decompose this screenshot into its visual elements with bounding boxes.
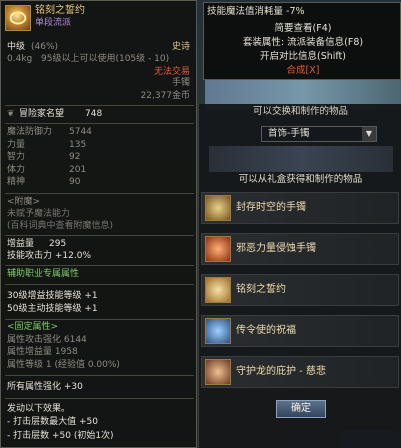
confirm-button[interactable]: 确定 bbox=[276, 400, 326, 418]
stat-value: 90 bbox=[69, 177, 81, 187]
divider bbox=[5, 265, 194, 266]
support-title: 辅助职业专属属性 bbox=[7, 269, 80, 279]
preview-banner bbox=[209, 146, 393, 172]
adventurer-icon: ❦ bbox=[7, 109, 15, 119]
effect-1: - 打击层数最大值 +50 bbox=[7, 417, 98, 427]
enchant-empty: 未赋予魔法能力 bbox=[7, 209, 71, 219]
list-item-label: 铭刻之誓约 bbox=[236, 284, 286, 295]
enchant-header: <附魔> bbox=[7, 197, 41, 207]
buff-value: 295 bbox=[49, 239, 67, 249]
divider bbox=[5, 319, 194, 320]
adventurer-fame-value: 748 bbox=[85, 109, 103, 119]
hint-line-1: 简要查看(F4) bbox=[274, 23, 332, 34]
compare-hint-tooltip: 技能魔法值消耗量 -7% 简要查看(F4) 套装属性: 流派装备信息(F8) 开… bbox=[203, 2, 401, 80]
divider bbox=[5, 284, 194, 285]
item-price: 22,377金币 bbox=[140, 91, 191, 101]
stat-label: 精神 bbox=[7, 177, 26, 187]
skill-attack: 技能攻击力 +12.0% bbox=[7, 251, 91, 261]
bracelet-icon bbox=[205, 277, 231, 303]
fixed-attr-2: 属性增益量 1958 bbox=[7, 347, 78, 357]
item-tooltip: 铭刻之誓约 单段流派 中级 (46%) 史诗 0.4kg 95级以上可以使用(1… bbox=[0, 0, 197, 448]
stat-value: 135 bbox=[69, 139, 87, 150]
stat-value: 5744 bbox=[69, 127, 92, 137]
bracelet-icon bbox=[205, 236, 231, 262]
hint-header: 技能魔法值消耗量 -7% bbox=[207, 6, 305, 17]
bracelet-icon bbox=[5, 5, 31, 31]
dialog-subtitle: 可以从礼盒获得和制作的物品 bbox=[238, 174, 363, 185]
fixed-attr-1: 属性攻击强化 6144 bbox=[7, 335, 87, 345]
dialog-title: 可以交换和制作的物品 bbox=[252, 106, 348, 117]
divider bbox=[5, 123, 194, 124]
all-attribute: 所有属性强化 +30 bbox=[7, 382, 83, 392]
hint-line-2: 套装属性: 流派装备信息(F8) bbox=[242, 37, 364, 48]
stat-label: 智力 bbox=[7, 152, 26, 162]
rarity-tag: 史诗 bbox=[171, 42, 190, 52]
hint-synthesis: 合成[X] bbox=[286, 65, 320, 76]
buff-label: 增益量 bbox=[7, 239, 35, 249]
effect-2: - 打击层数 +50 (初始1次) bbox=[7, 431, 114, 441]
bracelet-icon bbox=[205, 195, 231, 221]
skill-level-50: 50级主动技能等级 +1 bbox=[7, 304, 98, 314]
divider bbox=[5, 105, 194, 106]
chevron-down-icon[interactable]: ▼ bbox=[362, 127, 376, 141]
adventurer-fame-label: 冒险家名望 bbox=[19, 109, 65, 119]
fixed-attr-header: <固定属性> bbox=[7, 322, 59, 332]
divider bbox=[5, 398, 194, 399]
hint-line-3: 开启对比信息(Shift) bbox=[259, 51, 346, 62]
item-name: 铭刻之誓约 bbox=[35, 5, 85, 16]
item-slot: 手镯 bbox=[171, 78, 190, 88]
grade-percent: (46%) bbox=[31, 42, 59, 52]
item-set: 单段流派 bbox=[35, 18, 72, 28]
stat-label: 力量 bbox=[7, 139, 26, 150]
category-dropdown[interactable]: 首饰-手镯 ▼ bbox=[261, 126, 377, 142]
trade-status: 无法交易 bbox=[153, 67, 190, 77]
enchant-hint: (百科词典中查看附魔信息) bbox=[7, 221, 114, 231]
grade-label: 中级 bbox=[7, 42, 26, 52]
list-item-label: 守护龙的庇护 - 慈悲 bbox=[236, 366, 326, 377]
list-item-label: 邪恶力量侵蚀手镯 bbox=[236, 243, 316, 254]
dropdown-value: 首饰-手镯 bbox=[268, 128, 310, 139]
divider bbox=[5, 375, 194, 376]
fixed-attr-3: 属性等级 1 (经验值 0.00%) bbox=[7, 360, 120, 370]
trigger-text: 发动以下效果。 bbox=[7, 404, 71, 414]
stat-value: 92 bbox=[69, 152, 81, 162]
stat-label: 魔法防御力 bbox=[7, 127, 53, 137]
list-item[interactable]: 守护龙的庇护 - 慈悲 bbox=[201, 356, 399, 388]
craft-dialog: 可以交换和制作的物品 首饰-手镯 ▼ 可以从礼盒获得和制作的物品 封存时空的手镯… bbox=[198, 104, 401, 448]
list-item[interactable]: 铭刻之誓约 bbox=[201, 274, 399, 306]
bracelet-icon bbox=[205, 318, 231, 344]
stat-label: 体力 bbox=[7, 164, 26, 175]
divider bbox=[5, 193, 194, 194]
list-item-label: 传令使的祝福 bbox=[236, 325, 296, 336]
bracelet-icon bbox=[205, 359, 231, 385]
divider bbox=[5, 235, 194, 236]
skill-level-30: 30级增益技能等级 +1 bbox=[7, 291, 98, 301]
list-item-label: 封存时空的手镯 bbox=[236, 202, 306, 213]
stat-value: 201 bbox=[69, 164, 87, 175]
level-requirement: 95级以上可以使用(105级 - 10) bbox=[41, 54, 170, 64]
list-item[interactable]: 封存时空的手镯 bbox=[201, 192, 399, 224]
item-weight: 0.4kg bbox=[7, 54, 33, 64]
list-item[interactable]: 传令使的祝福 bbox=[201, 315, 399, 347]
list-item[interactable]: 邪恶力量侵蚀手镯 bbox=[201, 233, 399, 265]
